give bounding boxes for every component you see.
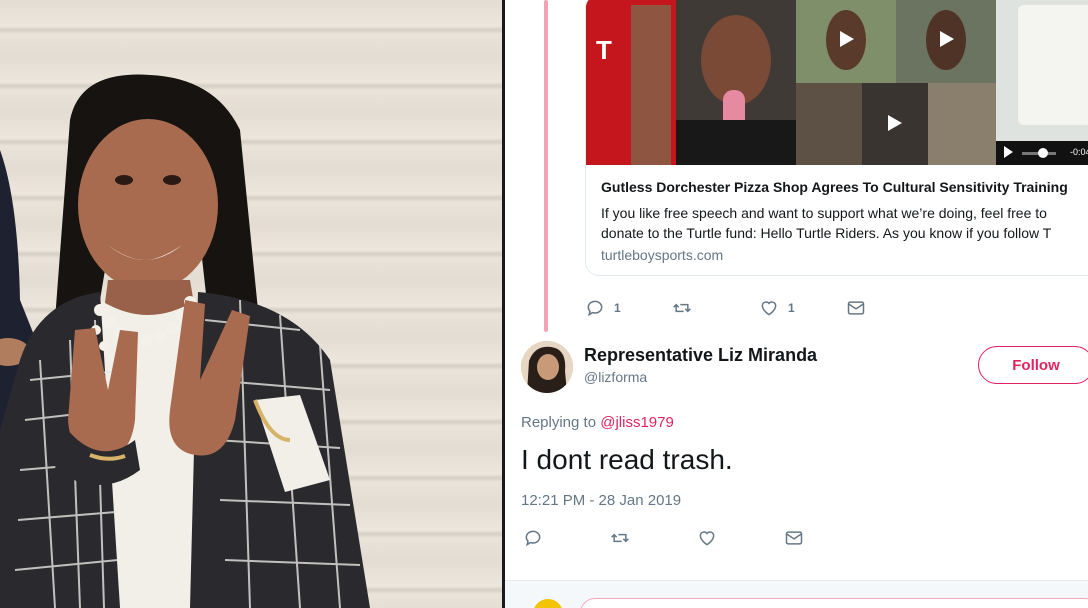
reply-icon — [525, 530, 541, 547]
scrubber-handle[interactable] — [1038, 148, 1048, 158]
message-button[interactable] — [784, 528, 871, 548]
link-card-description: If you like free speech and want to supp… — [601, 203, 1088, 243]
reply-input[interactable] — [580, 598, 1088, 608]
viewer-avatar — [533, 599, 563, 608]
media-tile-video-player[interactable]: -0:04 — [996, 0, 1088, 165]
parent-message-button[interactable] — [846, 298, 933, 318]
link-card-title[interactable]: Gutless Dorchester Pizza Shop Agrees To … — [601, 179, 1068, 195]
photo-woman-hand-sign — [0, 74, 370, 608]
heart-icon — [761, 301, 777, 316]
follow-button[interactable]: Follow — [978, 346, 1088, 384]
author-name[interactable]: Representative Liz Miranda — [584, 345, 817, 366]
reply-composer — [505, 580, 1088, 608]
parent-tweet-actions: 1 1 — [585, 298, 933, 318]
tweet-actions — [523, 528, 871, 548]
link-card-domain[interactable]: turtleboysports.com — [601, 247, 723, 263]
parent-retweet-button[interactable] — [672, 298, 759, 318]
envelope-icon — [847, 301, 865, 315]
media-tile-jersey: T — [586, 0, 676, 165]
video-time: -0:04 — [1070, 147, 1088, 157]
link-preview-card[interactable]: T -0:0 Gutless Dorchester Pizza Shop Agr… — [585, 0, 1088, 276]
replying-to-handle[interactable]: @jliss1979 — [600, 414, 674, 431]
tweet-timestamp[interactable]: 12:21 PM - 28 Jan 2019 — [521, 492, 681, 509]
video-play-icon[interactable] — [1004, 146, 1013, 158]
replying-to-line: Replying to @jliss1979 — [521, 414, 674, 431]
retweet-button[interactable] — [610, 528, 697, 548]
author-avatar[interactable] — [521, 341, 573, 393]
reply-icon — [587, 300, 603, 317]
link-card-description-line-2: donate to the Turtle fund: Hello Turtle … — [601, 225, 1052, 241]
media-tile-video-1[interactable] — [796, 0, 896, 83]
play-icon — [940, 31, 954, 47]
envelope-icon — [785, 531, 803, 545]
reply-button[interactable] — [523, 528, 610, 548]
media-tile-video-4[interactable] — [862, 83, 928, 165]
parent-like-count: 1 — [788, 301, 795, 315]
heart-icon — [699, 531, 715, 546]
parent-reply-count: 1 — [614, 301, 621, 315]
link-card-description-line-1: If you like free speech and want to supp… — [601, 205, 1047, 221]
avatar-photo — [521, 341, 573, 393]
like-button[interactable] — [697, 528, 784, 548]
play-icon — [840, 31, 854, 47]
thread-connector-line — [544, 0, 548, 332]
media-tile-photo-5 — [928, 83, 996, 165]
parent-reply-button[interactable]: 1 — [585, 298, 672, 318]
media-tile-photo-3 — [796, 83, 862, 165]
link-card-image[interactable]: T -0:0 — [586, 0, 1088, 165]
retweet-icon — [611, 533, 629, 543]
play-icon — [888, 115, 902, 131]
media-tile-selfie — [676, 0, 796, 165]
parent-like-button[interactable]: 1 — [759, 298, 846, 318]
media-tile-video-2[interactable] — [896, 0, 996, 83]
photo-panel — [0, 0, 502, 608]
author-handle[interactable]: @lizforma — [584, 369, 647, 385]
tweet-text: I dont read trash. — [521, 444, 733, 475]
tweet-panel: T -0:0 Gutless Dorchester Pizza Shop Agr… — [505, 0, 1088, 608]
replying-to-prefix: Replying to — [521, 414, 601, 431]
retweet-icon — [673, 303, 691, 313]
